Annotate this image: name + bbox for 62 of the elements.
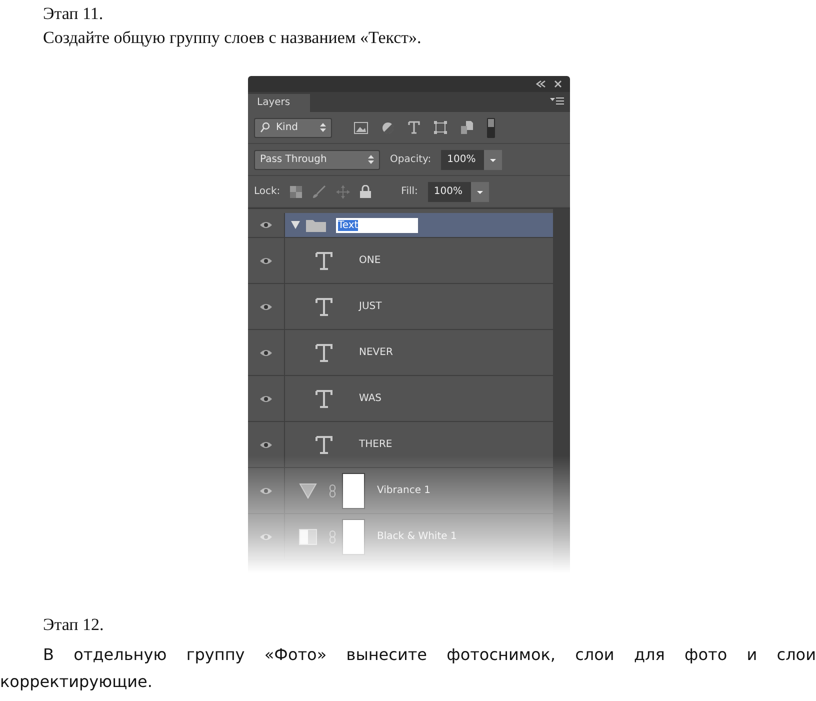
type-icon[interactable] — [408, 121, 420, 134]
type-icon[interactable] — [315, 252, 333, 270]
blend-mode-dropdown[interactable]: Pass Through — [254, 150, 380, 170]
folder-icon[interactable] — [306, 218, 326, 232]
type-icon[interactable] — [315, 436, 333, 454]
eye-icon[interactable] — [260, 302, 272, 310]
mask-thumbnail — [342, 472, 365, 508]
layer-name: THERE — [359, 439, 392, 450]
updown-icon[interactable] — [368, 155, 374, 164]
expand-triangle-icon[interactable] — [291, 221, 300, 229]
eye-icon[interactable] — [260, 394, 272, 402]
updown-icon[interactable] — [320, 123, 326, 132]
circle-half-icon[interactable] — [382, 122, 394, 134]
panel-menu-icon[interactable] — [550, 97, 564, 106]
collapse-icon[interactable] — [536, 80, 546, 88]
layer-name-field[interactable]: Text — [336, 218, 418, 232]
layer-name: WAS — [359, 393, 382, 404]
layer-name: JUST — [359, 301, 382, 312]
eye-icon[interactable] — [260, 256, 272, 264]
mask-thumbnail — [342, 518, 365, 554]
layer-row[interactable]: JUST — [248, 284, 553, 330]
layer-row[interactable]: WAS — [248, 376, 553, 422]
fill-label: Fill: — [401, 186, 418, 197]
eye-icon[interactable] — [260, 486, 272, 494]
layer-row[interactable]: ONE — [248, 238, 553, 284]
layer-name: ONE — [359, 255, 381, 266]
eye-icon[interactable] — [260, 348, 272, 356]
eye-icon[interactable] — [260, 221, 272, 229]
dropdown-button[interactable] — [484, 150, 502, 170]
dropdown-button[interactable] — [470, 182, 488, 202]
document-icon[interactable] — [461, 121, 473, 134]
layer-row[interactable]: THERE — [248, 422, 553, 468]
lock-icon[interactable] — [360, 185, 372, 198]
type-icon[interactable] — [315, 298, 333, 316]
layers-tab[interactable]: Layers — [248, 94, 310, 112]
layer-row[interactable]: Vibrance 1 — [248, 468, 553, 514]
search-icon[interactable] — [260, 122, 270, 133]
close-icon[interactable] — [554, 80, 562, 88]
filter-dropdown[interactable]: Kind — [254, 118, 332, 138]
opacity-field[interactable]: 100% — [441, 150, 484, 170]
step-heading: Этап 12. — [43, 615, 105, 635]
layer-name: Vibrance 1 — [377, 485, 431, 496]
instruction-text: В отдельную группу «Фото» вынесите фотоснимок, слои для фото и слои корректирующие. — [0, 644, 816, 693]
layer-row[interactable]: NEVER — [248, 330, 553, 376]
type-icon[interactable] — [315, 390, 333, 408]
eye-icon[interactable] — [260, 440, 272, 448]
chain-icon[interactable] — [329, 484, 336, 498]
lock-label: Lock: — [254, 186, 280, 197]
opacity-label: Opacity: — [390, 154, 432, 165]
triangle-icon[interactable] — [299, 482, 317, 498]
layer-row[interactable]: Text — [248, 213, 553, 238]
step-heading: Этап 11. — [43, 4, 104, 24]
instruction-text: Создайте общую группу слоев с названием «Текст». — [43, 28, 422, 48]
layer-name: NEVER — [359, 347, 393, 358]
toggle-icon[interactable] — [487, 118, 495, 138]
brush-icon[interactable] — [312, 184, 326, 198]
checker-icon[interactable] — [290, 186, 302, 198]
layer-name: Black & White 1 — [377, 531, 457, 542]
type-icon[interactable] — [315, 344, 333, 362]
transform-icon[interactable] — [434, 121, 447, 134]
image-icon[interactable] — [354, 122, 368, 134]
fill-field[interactable]: 100% — [428, 182, 470, 202]
